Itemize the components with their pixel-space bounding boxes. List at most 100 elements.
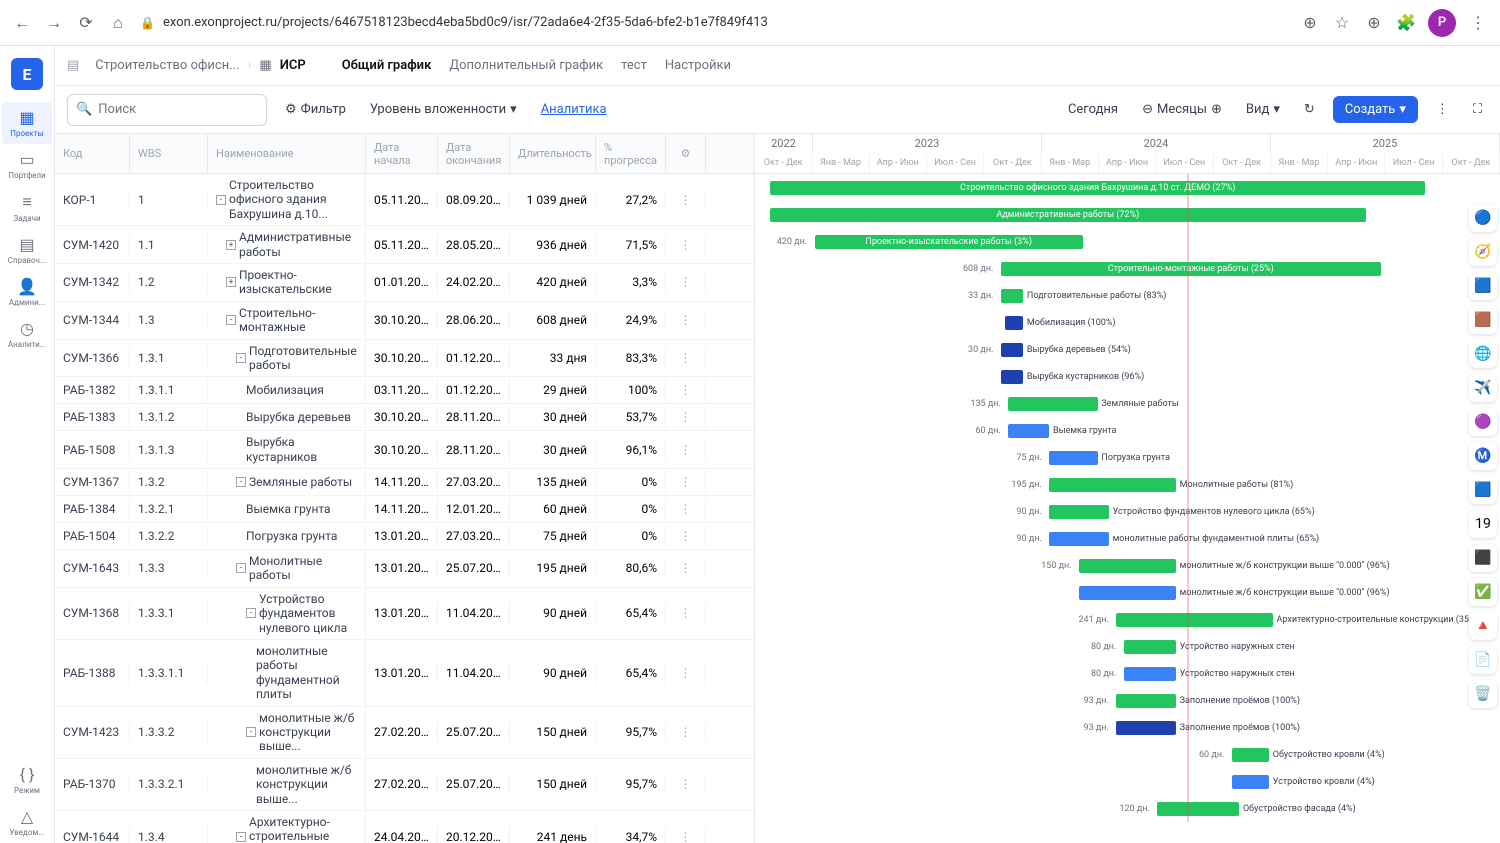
tab[interactable]: Настройки: [665, 54, 731, 77]
tree-toggle-icon[interactable]: +: [226, 277, 236, 287]
gantt-bar[interactable]: [1049, 451, 1097, 465]
table-row[interactable]: РАБ-1383 1.3.1.2 Вырубка деревьев 30.10.…: [55, 404, 754, 431]
table-row[interactable]: СУМ-1367 1.3.2 - Земляные работы 14.11.2…: [55, 469, 754, 496]
row-more-icon[interactable]: ⋮: [666, 826, 706, 843]
row-more-icon[interactable]: ⋮: [666, 721, 706, 743]
row-more-icon[interactable]: ⋮: [666, 309, 706, 331]
more-icon[interactable]: ⋮: [1430, 98, 1455, 121]
tree-toggle-icon[interactable]: -: [246, 727, 256, 737]
profile-avatar[interactable]: P: [1428, 9, 1456, 37]
rail-item[interactable]: { }Режим: [2, 759, 52, 801]
col-end[interactable]: Дата окончания: [438, 134, 510, 173]
col-kod[interactable]: Код: [55, 134, 130, 173]
app-logo[interactable]: E: [11, 58, 43, 90]
gantt-bar[interactable]: [1008, 397, 1097, 411]
row-more-icon[interactable]: ⋮: [666, 347, 706, 369]
breadcrumb-root[interactable]: Строительство офисн...: [95, 58, 239, 73]
gantt-bar[interactable]: [1001, 343, 1023, 357]
row-more-icon[interactable]: ⋮: [666, 602, 706, 624]
dock-app-icon[interactable]: 🟦: [1469, 476, 1497, 504]
table-row[interactable]: СУМ-1643 1.3.3 - Монолитные работы 13.01…: [55, 550, 754, 588]
row-more-icon[interactable]: ⋮: [666, 379, 706, 401]
col-name[interactable]: Наименование: [208, 134, 366, 173]
row-more-icon[interactable]: ⋮: [666, 271, 706, 293]
dock-app-icon[interactable]: 📄: [1469, 646, 1497, 674]
gantt-bar[interactable]: [1001, 370, 1023, 384]
filter-button[interactable]: ⚙Фильтр: [279, 98, 352, 121]
dock-app-icon[interactable]: 🟫: [1469, 306, 1497, 334]
extensions-icon[interactable]: 🧩: [1396, 13, 1416, 33]
gantt-bar[interactable]: Административные работы (72%): [770, 208, 1366, 222]
gantt-bar[interactable]: [1049, 532, 1109, 546]
row-more-icon[interactable]: ⋮: [666, 773, 706, 795]
gantt-bar[interactable]: [1157, 802, 1239, 816]
rail-item[interactable]: ≡Задачи: [2, 186, 52, 229]
dock-app-icon[interactable]: 🔺: [1469, 612, 1497, 640]
star-icon[interactable]: ☆: [1332, 13, 1352, 33]
nesting-button[interactable]: Уровень вложенности ▾: [364, 98, 523, 121]
gantt-bar[interactable]: [1008, 424, 1049, 438]
tree-toggle-icon[interactable]: -: [246, 608, 256, 618]
rail-item[interactable]: 👤Админи...: [2, 271, 52, 313]
gantt-chart[interactable]: 2022202320242025 Окт - ДекЯнв - МарАпр -…: [755, 134, 1500, 843]
gantt-bar[interactable]: [1116, 721, 1176, 735]
list-icon[interactable]: ▤: [67, 58, 79, 73]
table-row[interactable]: СУМ-1342 1.2 + Проектно-изыскательские 0…: [55, 264, 754, 302]
create-button[interactable]: Создать ▾: [1333, 96, 1418, 123]
dock-app-icon[interactable]: ⬛: [1469, 544, 1497, 572]
row-more-icon[interactable]: ⋮: [666, 557, 706, 579]
dock-app-icon[interactable]: 🔵: [1469, 204, 1497, 232]
row-more-icon[interactable]: ⋮: [666, 525, 706, 547]
table-row[interactable]: СУМ-1423 1.3.3.2 - монолитные ж/б констр…: [55, 707, 754, 759]
months-button[interactable]: ⊖Месяцы⊕: [1136, 98, 1228, 121]
analytics-link[interactable]: Аналитика: [535, 98, 613, 121]
row-more-icon[interactable]: ⋮: [666, 662, 706, 684]
gantt-bar[interactable]: [1049, 478, 1176, 492]
rail-item[interactable]: ▤Справоч...: [2, 229, 52, 271]
col-start[interactable]: Дата начала: [366, 134, 438, 173]
today-button[interactable]: Сегодня: [1062, 98, 1124, 121]
gantt-bar[interactable]: [1124, 667, 1176, 681]
back-icon[interactable]: ←: [12, 13, 32, 33]
table-row[interactable]: РАБ-1384 1.3.2.1 Выемка грунта 14.11.202…: [55, 496, 754, 523]
table-row[interactable]: СУМ-1344 1.3 - Строительно-монтажные 30.…: [55, 302, 754, 340]
zoom-icon[interactable]: ⊕: [1300, 13, 1320, 33]
gantt-bar[interactable]: Строительно-монтажные работы (25%): [1001, 262, 1381, 276]
tree-toggle-icon[interactable]: -: [236, 477, 246, 487]
gantt-bar[interactable]: Проектно-изыскательские работы (3%): [815, 235, 1083, 249]
gantt-bar[interactable]: [1116, 613, 1272, 627]
tree-toggle-icon[interactable]: -: [236, 832, 246, 842]
dock-app-icon[interactable]: 🟣: [1469, 408, 1497, 436]
table-row[interactable]: РАБ-1504 1.3.2.2 Погрузка грунта 13.01.2…: [55, 523, 754, 550]
tree-toggle-icon[interactable]: -: [236, 563, 246, 573]
gantt-bar[interactable]: [1001, 289, 1023, 303]
gantt-bar[interactable]: [1005, 316, 1024, 330]
rail-item[interactable]: ◷Аналити...: [2, 313, 52, 355]
tree-toggle-icon[interactable]: -: [236, 353, 246, 363]
row-more-icon[interactable]: ⋮: [666, 439, 706, 461]
row-more-icon[interactable]: ⋮: [666, 498, 706, 520]
dock-app-icon[interactable]: 🗑️: [1469, 680, 1497, 708]
table-row[interactable]: СУМ-1420 1.1 + Административные работы 0…: [55, 226, 754, 264]
tab[interactable]: тест: [621, 54, 647, 77]
table-row[interactable]: СУМ-1368 1.3.3.1 - Устройство фундаменто…: [55, 588, 754, 640]
gantt-bar[interactable]: Строительство офисного здания Бахрушина …: [770, 181, 1426, 195]
gantt-bar[interactable]: [1079, 559, 1176, 573]
gantt-bar[interactable]: [1079, 586, 1176, 600]
reload-icon[interactable]: ⟳: [76, 13, 96, 33]
table-row[interactable]: СУМ-1366 1.3.1 - Подготовительные работы…: [55, 340, 754, 378]
rail-item[interactable]: ▭Портфели: [2, 144, 52, 186]
table-row[interactable]: РАБ-1382 1.3.1.1 Мобилизация 03.11.2023 …: [55, 377, 754, 404]
forward-icon[interactable]: →: [44, 13, 64, 33]
rail-item[interactable]: △Уведом...: [2, 801, 52, 843]
dock-app-icon[interactable]: 🌐: [1469, 340, 1497, 368]
globe-icon[interactable]: ⊕: [1364, 13, 1384, 33]
table-row[interactable]: СУМ-1644 1.3.4 - Архитектурно-строительн…: [55, 811, 754, 843]
rail-item[interactable]: ▦Проекты: [2, 102, 52, 144]
fullscreen-icon[interactable]: ⛶: [1467, 98, 1488, 121]
tab[interactable]: Дополнительный график: [449, 54, 603, 77]
col-settings-icon[interactable]: ⚙: [666, 134, 706, 173]
row-more-icon[interactable]: ⋮: [666, 189, 706, 211]
search-field[interactable]: [98, 102, 264, 117]
gantt-bar[interactable]: [1049, 505, 1109, 519]
